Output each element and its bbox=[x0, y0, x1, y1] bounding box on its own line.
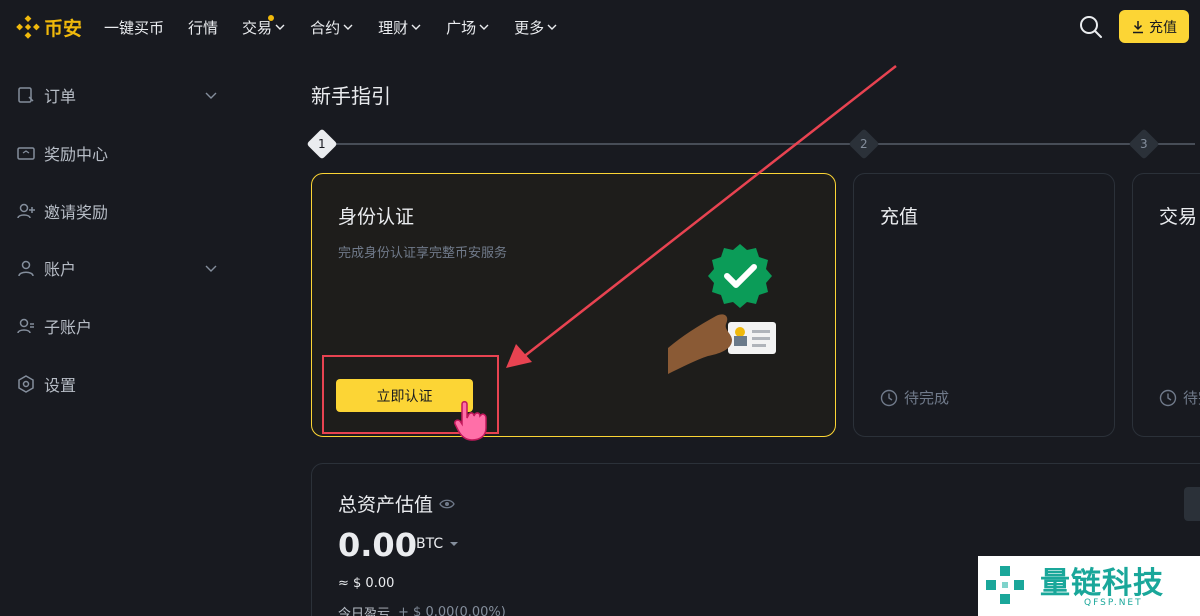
step-number: 3 bbox=[1140, 136, 1148, 151]
search-icon[interactable] bbox=[1078, 14, 1104, 40]
deposit-step-card: 充值 待完成 bbox=[853, 173, 1115, 437]
nav-label: 理财 bbox=[378, 18, 409, 37]
card-title: 身份认证 bbox=[338, 206, 415, 228]
pointer-hand-icon bbox=[454, 401, 487, 441]
download-icon bbox=[1133, 20, 1143, 33]
card-title: 充值 bbox=[880, 206, 919, 228]
status-text: 待完成 bbox=[1183, 389, 1200, 407]
pnl-value: + $ 0.00(0.00%) bbox=[398, 605, 506, 616]
partial-action-button[interactable] bbox=[1184, 487, 1200, 521]
chevron-down-icon bbox=[547, 24, 557, 30]
id-card-illustration-icon bbox=[668, 244, 776, 374]
sidebar-item-orders[interactable]: 订单 bbox=[16, 80, 226, 110]
pnl-label: 今日盈亏 bbox=[338, 607, 391, 616]
watermark-subtext: QFSP.NET bbox=[1084, 598, 1143, 608]
nav-label: 一键买币 bbox=[104, 18, 165, 37]
reward-icon bbox=[17, 147, 35, 160]
nav-item-buy-crypto[interactable]: 一键买币 bbox=[104, 17, 164, 38]
card-title: 交易 bbox=[1159, 206, 1198, 228]
status-text: 待完成 bbox=[904, 389, 950, 407]
user-icon bbox=[18, 260, 34, 277]
clock-icon bbox=[1159, 389, 1177, 406]
nav-item-trade[interactable]: 交易 bbox=[242, 14, 286, 38]
sidebar-item-sub-account[interactable]: 子账户 bbox=[16, 311, 226, 341]
sidebar-item-label: 设置 bbox=[44, 376, 77, 395]
sidebar-item-invite[interactable]: 邀请奖励 bbox=[16, 196, 226, 226]
chevron-down-icon bbox=[411, 24, 421, 30]
nav-label: 合约 bbox=[310, 18, 341, 37]
trade-step-card: 交易 待完成 bbox=[1132, 173, 1200, 437]
top-nav: 币安 一键买币 行情 交易 合约 理财 广场 更多 充值 bbox=[0, 0, 1200, 54]
step-number: 2 bbox=[860, 136, 868, 151]
sidebar-item-settings[interactable]: 设置 bbox=[16, 369, 226, 399]
chevron-down-icon bbox=[275, 24, 285, 30]
currency-label: BTC bbox=[416, 536, 444, 552]
today-pnl: 今日盈亏 + $ 0.00(0.00%) bbox=[338, 603, 506, 616]
sidebar-item-label: 奖励中心 bbox=[44, 145, 109, 164]
order-icon bbox=[18, 87, 34, 103]
eye-icon[interactable] bbox=[439, 496, 455, 512]
chevron-down-icon bbox=[205, 265, 217, 272]
chevron-down-icon bbox=[205, 92, 217, 99]
sub-account-icon bbox=[17, 318, 34, 334]
sidebar-item-label: 账户 bbox=[44, 260, 77, 279]
sidebar-item-rewards[interactable]: 奖励中心 bbox=[16, 138, 226, 168]
sidebar-item-account[interactable]: 账户 bbox=[16, 253, 226, 283]
assets-usd-value: ≈ $ 0.00 bbox=[338, 576, 395, 591]
caret-down-icon bbox=[450, 542, 459, 546]
nav-item-more[interactable]: 更多 bbox=[514, 17, 558, 38]
nav-item-futures[interactable]: 合约 bbox=[310, 17, 354, 38]
sidebar-item-label: 订单 bbox=[44, 87, 77, 106]
step-number: 1 bbox=[318, 136, 326, 151]
nav-item-markets[interactable]: 行情 bbox=[188, 17, 218, 38]
watermark-logo-icon bbox=[986, 566, 1024, 604]
currency-selector[interactable]: BTC bbox=[416, 536, 459, 552]
nav-item-square[interactable]: 广场 bbox=[446, 17, 490, 38]
watermark: 量链科技 QFSP.NET bbox=[978, 556, 1200, 616]
chevron-down-icon bbox=[343, 24, 353, 30]
brand-name: 币安 bbox=[44, 17, 83, 40]
step-indicator-3: 3 bbox=[1128, 128, 1160, 160]
card-description: 完成身份认证享完整币安服务 bbox=[338, 246, 508, 261]
clock-icon bbox=[880, 389, 898, 406]
assets-value: 0.00 bbox=[338, 526, 417, 564]
brand-logo[interactable]: 币安 bbox=[16, 14, 82, 41]
invite-icon bbox=[17, 203, 35, 219]
page: 币安 一键买币 行情 交易 合约 理财 广场 更多 充值 订单 奖励中心 邀请奖… bbox=[0, 0, 1200, 616]
assets-title-text: 总资产估值 bbox=[338, 494, 434, 516]
sidebar-item-label: 邀请奖励 bbox=[44, 203, 109, 222]
deposit-button[interactable]: 充值 bbox=[1119, 10, 1189, 43]
deposit-label: 充值 bbox=[1149, 19, 1177, 36]
assets-title: 总资产估值 bbox=[338, 490, 455, 517]
chevron-down-icon bbox=[479, 24, 489, 30]
binance-logo-icon bbox=[16, 15, 40, 39]
watermark-text: 量链科技 bbox=[1040, 566, 1164, 601]
nav-label: 更多 bbox=[514, 18, 545, 37]
step-indicator-2: 2 bbox=[848, 128, 880, 160]
pending-status: 待完成 bbox=[880, 387, 949, 408]
nav-label: 广场 bbox=[446, 18, 477, 37]
pending-status: 待完成 bbox=[1159, 387, 1200, 408]
nav-item-earn[interactable]: 理财 bbox=[378, 17, 422, 38]
step-progress-line bbox=[325, 143, 1195, 145]
nav-label: 行情 bbox=[188, 18, 219, 37]
page-title: 新手指引 bbox=[311, 84, 391, 108]
settings-icon bbox=[18, 375, 34, 393]
notification-dot bbox=[268, 14, 275, 21]
sidebar-item-label: 子账户 bbox=[44, 318, 93, 337]
step-indicator-1: 1 bbox=[306, 128, 338, 160]
